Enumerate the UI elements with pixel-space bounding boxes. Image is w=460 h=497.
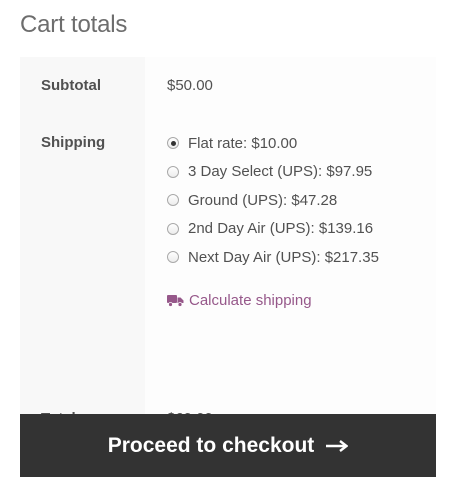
shipping-method-radio[interactable] (167, 251, 179, 264)
shipping-method-radio[interactable] (167, 222, 179, 235)
shipping-method-label[interactable]: Flat rate: $10.00 (188, 135, 297, 152)
shipping-method-next-day-air[interactable]: Next Day Air (UPS): $217.35 (167, 243, 436, 272)
checkout-label[interactable]: Proceed to checkout (108, 434, 315, 458)
shipping-method-flat-rate[interactable]: Flat rate: $10.00 (167, 129, 436, 158)
calculate-shipping-link[interactable]: Calculate shipping (167, 292, 436, 309)
arrow-right-icon (326, 439, 349, 452)
subtotal-label: Subtotal (20, 57, 145, 114)
proceed-to-checkout-button[interactable]: Proceed to checkout (20, 414, 436, 477)
shipping-label: Shipping (20, 114, 145, 390)
shipping-method-radio[interactable] (167, 165, 179, 178)
shipping-method-label[interactable]: 2nd Day Air (UPS): $139.16 (188, 220, 373, 237)
subtotal-row: Subtotal $50.00 (20, 57, 436, 114)
subtotal-value: $50.00 (145, 57, 436, 114)
cart-totals-table: Subtotal $50.00 Shipping Flat rate: $10.… (20, 57, 436, 447)
shipping-options: Flat rate: $10.00 3 Day Select (UPS): $9… (145, 114, 436, 390)
shipping-method-ground[interactable]: Ground (UPS): $47.28 (167, 186, 436, 215)
cart-totals-title: Cart totals (20, 11, 128, 38)
shipping-method-label[interactable]: Next Day Air (UPS): $217.35 (188, 249, 379, 266)
shipping-method-label[interactable]: 3 Day Select (UPS): $97.95 (188, 163, 372, 180)
shipping-method-radio[interactable] (167, 194, 179, 207)
shipping-method-label[interactable]: Ground (UPS): $47.28 (188, 192, 337, 209)
shipping-method-list: Flat rate: $10.00 3 Day Select (UPS): $9… (167, 129, 436, 272)
shipping-method-2nd-day-air[interactable]: 2nd Day Air (UPS): $139.16 (167, 215, 436, 244)
calculate-shipping-label[interactable]: Calculate shipping (189, 292, 312, 309)
shipping-row: Shipping Flat rate: $10.00 3 Day Select … (20, 114, 436, 390)
truck-icon (167, 294, 184, 307)
shipping-method-radio[interactable] (167, 137, 179, 150)
shipping-method-3-day-select[interactable]: 3 Day Select (UPS): $97.95 (167, 158, 436, 187)
